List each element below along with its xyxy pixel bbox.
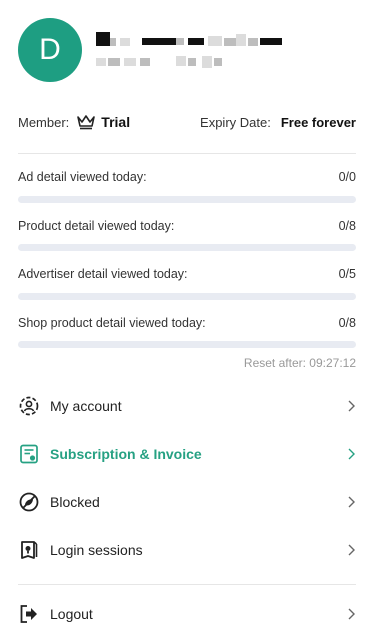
plan-name: Trial — [101, 114, 131, 130]
divider — [18, 584, 356, 585]
usage-bar-ad — [18, 196, 356, 203]
crown-icon — [77, 115, 96, 130]
usage-count-ad: 0/0 — [338, 170, 356, 184]
menu-item-logout[interactable]: Logout — [18, 596, 356, 632]
chevron-right-icon — [348, 448, 355, 460]
membership-row: Member: Trial Expiry Date: Free forever — [18, 112, 356, 132]
usage-label-ad: Ad detail viewed today: — [18, 170, 147, 184]
menu-item-blocked[interactable]: Blocked — [18, 484, 356, 520]
reset-timer: Reset after: 09:27:12 — [243, 356, 356, 370]
redacted-username — [96, 32, 296, 48]
chevron-right-icon — [348, 400, 355, 412]
subscription-invoice-icon — [18, 443, 40, 465]
usage-bar-shop-product — [18, 341, 356, 348]
expiry-label: Expiry Date: — [200, 114, 271, 130]
account-gear-icon — [18, 395, 40, 417]
usage-bar-product — [18, 244, 356, 251]
usage-label-shop-product: Shop product detail viewed today: — [18, 316, 206, 330]
chevron-right-icon — [348, 544, 355, 556]
blocked-icon — [18, 491, 40, 513]
usage-label-advertiser: Advertiser detail viewed today: — [18, 267, 188, 281]
usage-count-shop-product: 0/8 — [338, 316, 356, 330]
menu-label: Logout — [50, 606, 93, 622]
usage-count-advertiser: 0/5 — [338, 267, 356, 281]
menu-label: Login sessions — [50, 542, 143, 558]
usage-count-product: 0/8 — [338, 219, 356, 233]
expiry-value: Free forever — [280, 114, 356, 130]
usage-bar-advertiser — [18, 293, 356, 300]
menu-label: Blocked — [50, 494, 100, 510]
member-label: Member: — [18, 114, 70, 130]
avatar-letter: D — [39, 33, 61, 66]
avatar: D — [18, 18, 82, 82]
divider — [18, 153, 356, 154]
expiry-info: Expiry Date: Free forever — [200, 115, 356, 130]
menu-label: Subscription & Invoice — [50, 446, 202, 462]
usage-label-product: Product detail viewed today: — [18, 219, 175, 233]
menu-label: My account — [50, 398, 122, 414]
logout-icon — [18, 603, 40, 625]
chevron-right-icon — [348, 496, 355, 508]
menu-item-my-account[interactable]: My account — [18, 388, 356, 424]
menu-item-login-sessions[interactable]: Login sessions — [18, 532, 356, 568]
redacted-email — [96, 56, 236, 68]
chevron-right-icon — [348, 608, 355, 620]
login-sessions-icon — [18, 539, 40, 561]
menu-item-subscription-invoice[interactable]: Subscription & Invoice — [18, 436, 356, 472]
